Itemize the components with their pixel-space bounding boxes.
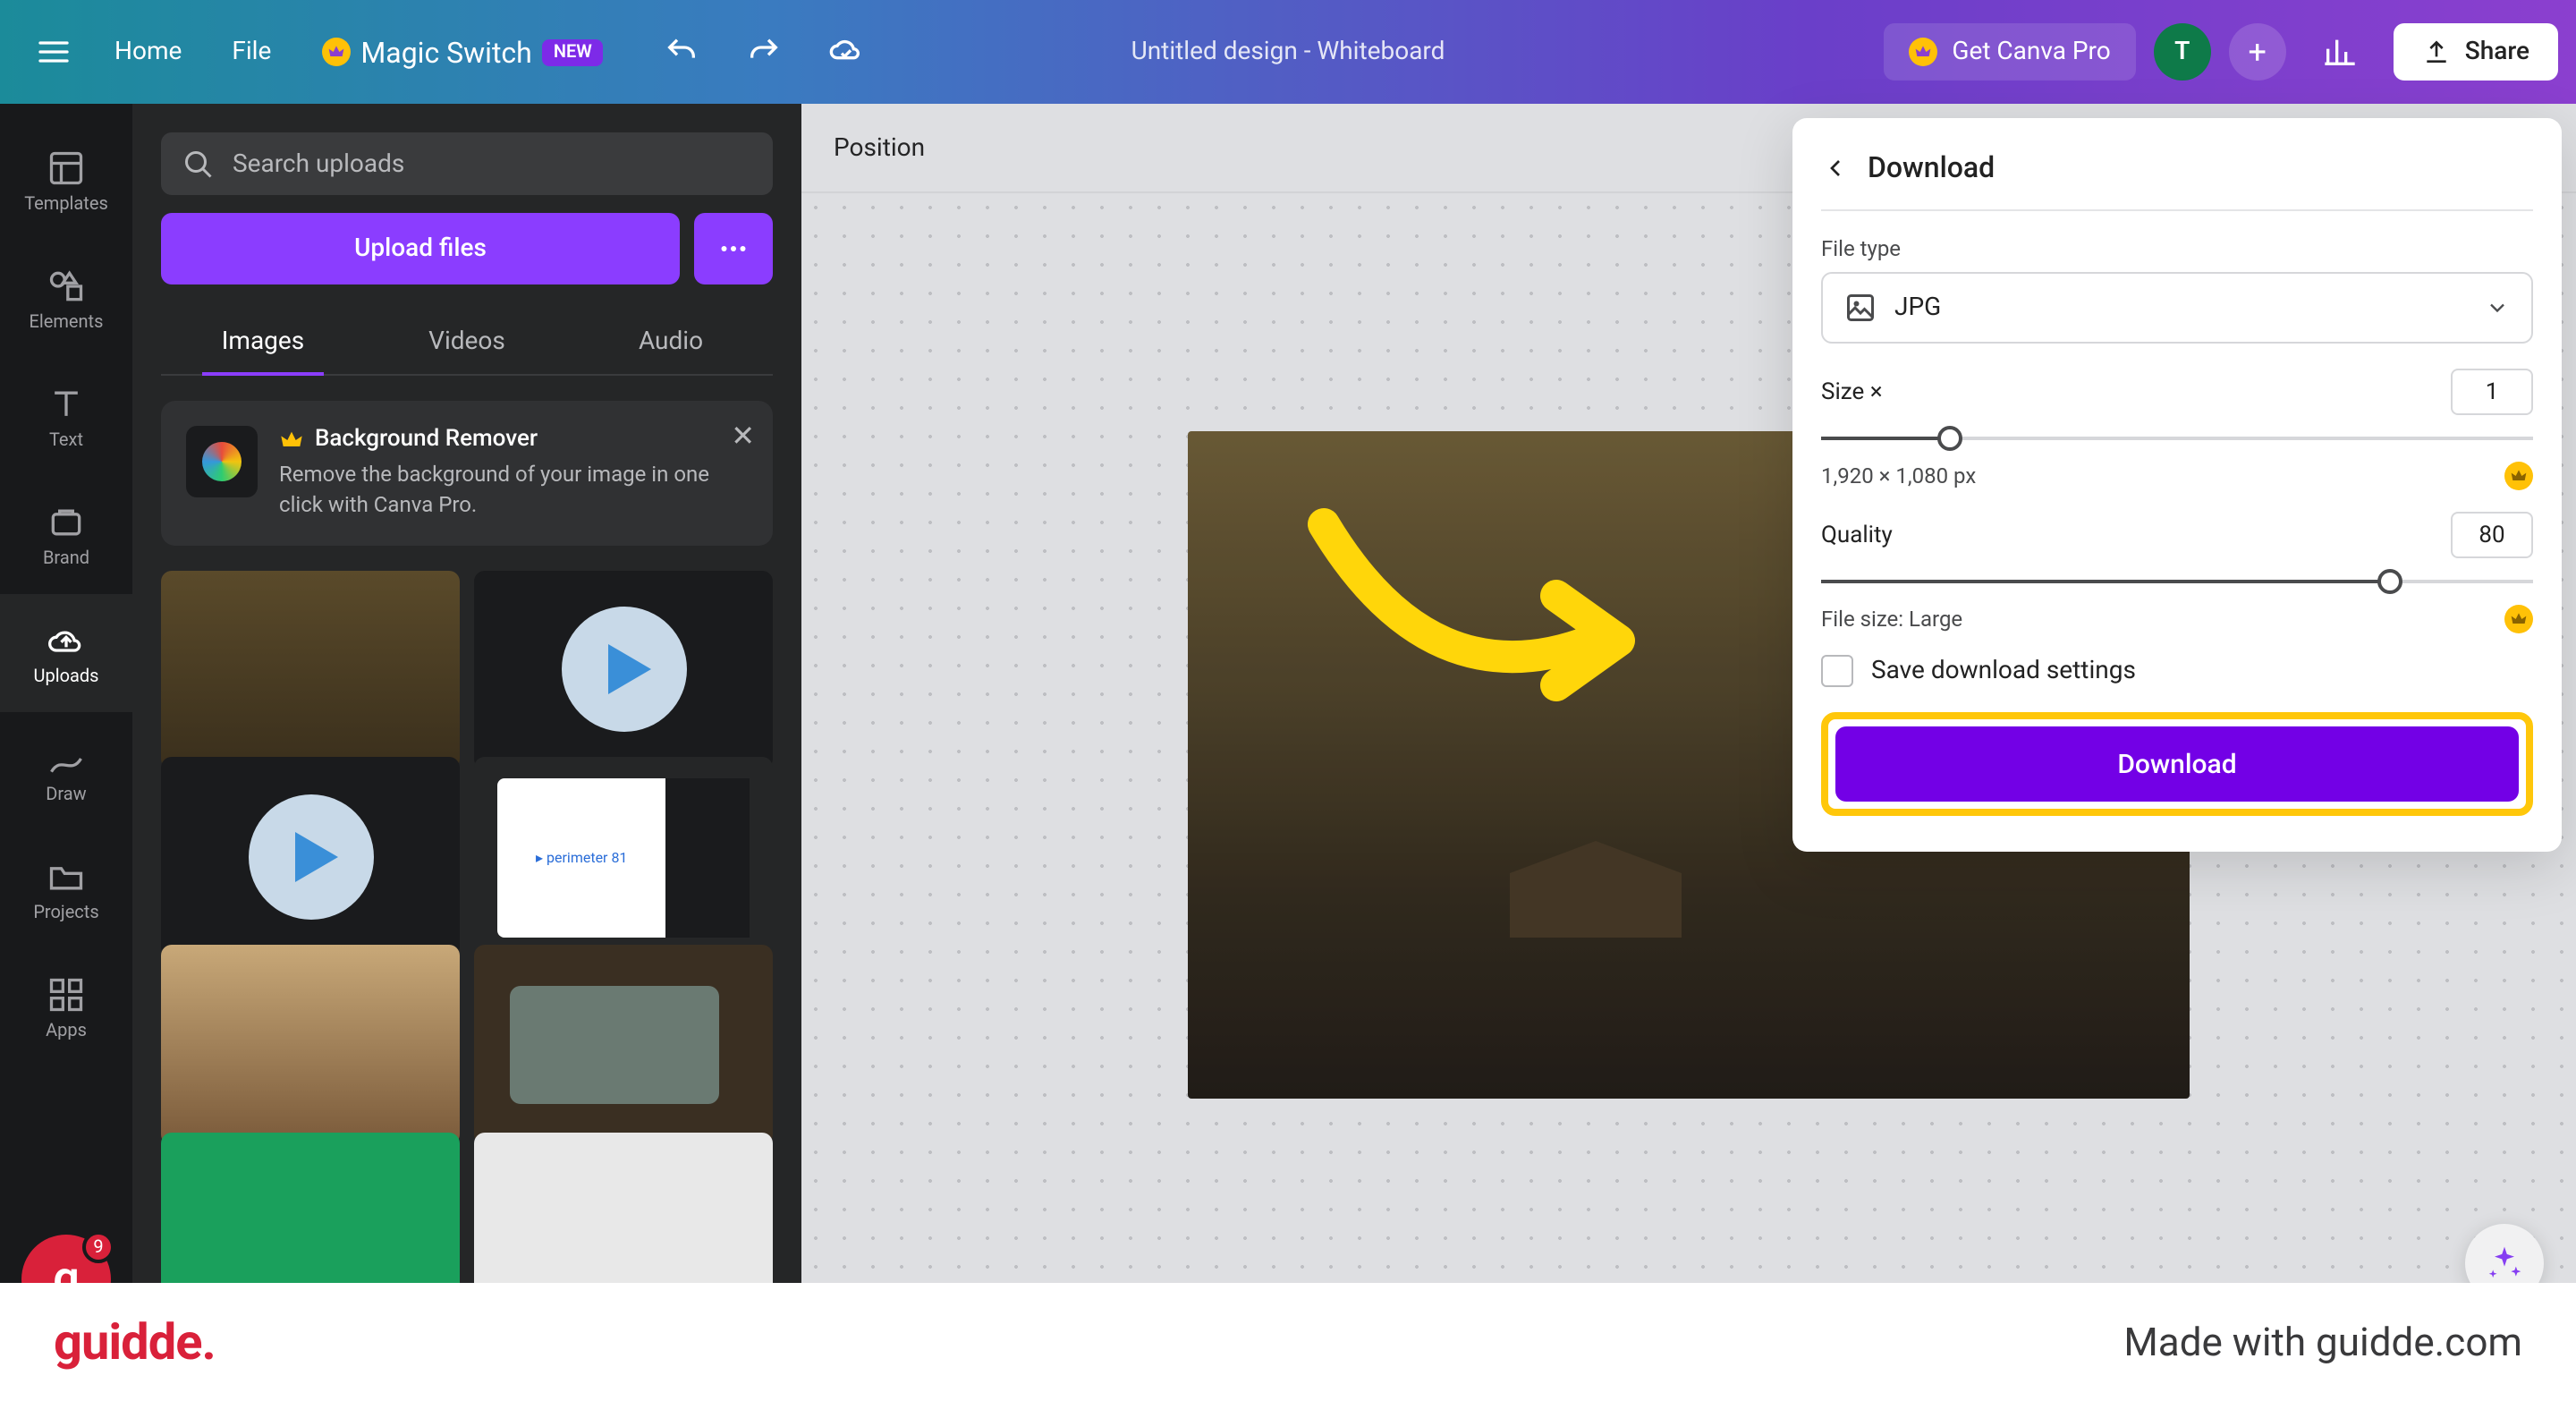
download-button[interactable]: Download (1835, 726, 2519, 802)
search-icon (182, 148, 215, 180)
upload-thumbnail[interactable] (161, 946, 460, 1145)
add-member-button[interactable]: + (2229, 23, 2286, 81)
menu-icon[interactable] (18, 16, 89, 88)
upload-thumbnail[interactable] (474, 1133, 773, 1306)
crown-icon (279, 427, 304, 452)
top-bar: Home File Magic Switch NEW Untitled desi… (0, 0, 2576, 104)
tab-audio[interactable]: Audio (569, 310, 773, 374)
guidde-footer: guidde. Made with guidde.com (0, 1283, 2576, 1401)
rail-templates[interactable]: Templates (0, 122, 132, 240)
download-panel-title: Download (1868, 150, 1995, 184)
size-value[interactable]: 1 (2451, 369, 2533, 415)
rail-text[interactable]: Text (0, 358, 132, 476)
rail-draw[interactable]: Draw (0, 712, 132, 830)
left-rail: Templates Elements Text Brand Uploads Dr… (0, 104, 132, 1335)
upload-icon (2422, 38, 2451, 66)
upload-thumbnail[interactable]: ▸ perimeter 81 (474, 758, 773, 957)
get-pro-label: Get Canva Pro (1952, 38, 2110, 66)
share-button[interactable]: Share (2394, 23, 2558, 81)
rail-label: Apps (46, 1021, 87, 1040)
rail-apps[interactable]: Apps (0, 948, 132, 1066)
checkbox-icon (1821, 655, 1853, 687)
upload-thumbnail[interactable] (161, 570, 460, 769)
upload-thumbnail[interactable] (161, 758, 460, 957)
upload-more-button[interactable] (694, 213, 773, 284)
chevron-down-icon (2485, 295, 2510, 320)
rail-projects[interactable]: Projects (0, 830, 132, 948)
image-file-icon (1844, 292, 1877, 324)
close-icon[interactable]: ✕ (731, 419, 755, 453)
upload-thumbnail[interactable] (474, 946, 773, 1145)
download-panel: Download File type JPG Size × 1 1,920 × … (1792, 118, 2562, 852)
new-badge: NEW (543, 38, 603, 65)
rail-label: Brand (43, 548, 89, 568)
file-size-text: File size: Large (1821, 607, 1962, 632)
bg-remover-desc: Remove the background of your image in o… (279, 460, 748, 520)
home-link[interactable]: Home (89, 38, 207, 66)
get-pro-button[interactable]: Get Canva Pro (1884, 23, 2135, 81)
save-settings-label: Save download settings (1871, 657, 2136, 685)
magic-switch-label: Magic Switch (360, 35, 531, 69)
insights-icon[interactable] (2304, 16, 2376, 88)
rail-label: Uploads (34, 667, 99, 686)
made-with-text: Made with guidde.com (2123, 1319, 2522, 1365)
cloud-sync-icon[interactable] (810, 16, 882, 88)
tab-videos[interactable]: Videos (365, 310, 569, 374)
rail-label: Draw (46, 785, 86, 804)
quality-slider[interactable] (1821, 569, 2533, 594)
back-icon[interactable] (1821, 153, 1850, 182)
share-label: Share (2465, 38, 2529, 66)
upload-tabs: Images Videos Audio (161, 310, 773, 376)
redo-icon[interactable] (728, 16, 800, 88)
tab-images[interactable]: Images (161, 310, 365, 374)
pro-crown-icon (2504, 605, 2533, 633)
document-title[interactable]: Untitled design - Whiteboard (1131, 38, 1445, 66)
upload-thumbnail[interactable] (474, 570, 773, 769)
avatar[interactable]: T (2154, 23, 2211, 81)
badge-count: 9 (82, 1231, 114, 1263)
uploads-panel: Upload files Images Videos Audio Backgro… (132, 104, 801, 1335)
save-settings-checkbox[interactable]: Save download settings (1821, 655, 2533, 687)
quality-label: Quality (1821, 522, 1893, 548)
file-type-value: JPG (1894, 293, 2467, 322)
file-menu[interactable]: File (207, 38, 296, 66)
rail-label: Elements (30, 312, 104, 332)
file-type-label: File type (1821, 236, 2533, 261)
file-type-select[interactable]: JPG (1821, 272, 2533, 344)
size-slider[interactable] (1821, 426, 2533, 451)
upload-files-button[interactable]: Upload files (161, 213, 680, 284)
bg-remover-card[interactable]: Background Remover Remove the background… (161, 401, 773, 545)
rail-elements[interactable]: Elements (0, 240, 132, 358)
rail-label: Projects (33, 903, 98, 922)
undo-icon[interactable] (646, 16, 717, 88)
search-input[interactable] (233, 149, 751, 178)
rail-label: Text (49, 430, 83, 450)
download-button-highlight: Download (1821, 712, 2533, 816)
bg-remover-icon (186, 426, 258, 497)
crown-icon (1909, 38, 1937, 66)
guidde-logo: guidde. (54, 1312, 216, 1371)
size-label: Size × (1821, 378, 1883, 405)
magic-switch-button[interactable]: Magic Switch NEW (296, 35, 627, 69)
uploads-grid: ▸ perimeter 81 (161, 570, 773, 1306)
rail-brand[interactable]: Brand (0, 476, 132, 594)
crown-icon (321, 38, 350, 66)
pro-crown-icon (2504, 462, 2533, 490)
dimensions-text: 1,920 × 1,080 px (1821, 463, 1976, 488)
upload-thumbnail[interactable] (161, 1133, 460, 1306)
quality-value[interactable]: 80 (2451, 512, 2533, 558)
rail-uploads[interactable]: Uploads (0, 594, 132, 712)
bg-remover-title: Background Remover (315, 426, 538, 453)
search-uploads[interactable] (161, 132, 773, 195)
rail-label: Templates (24, 194, 108, 214)
